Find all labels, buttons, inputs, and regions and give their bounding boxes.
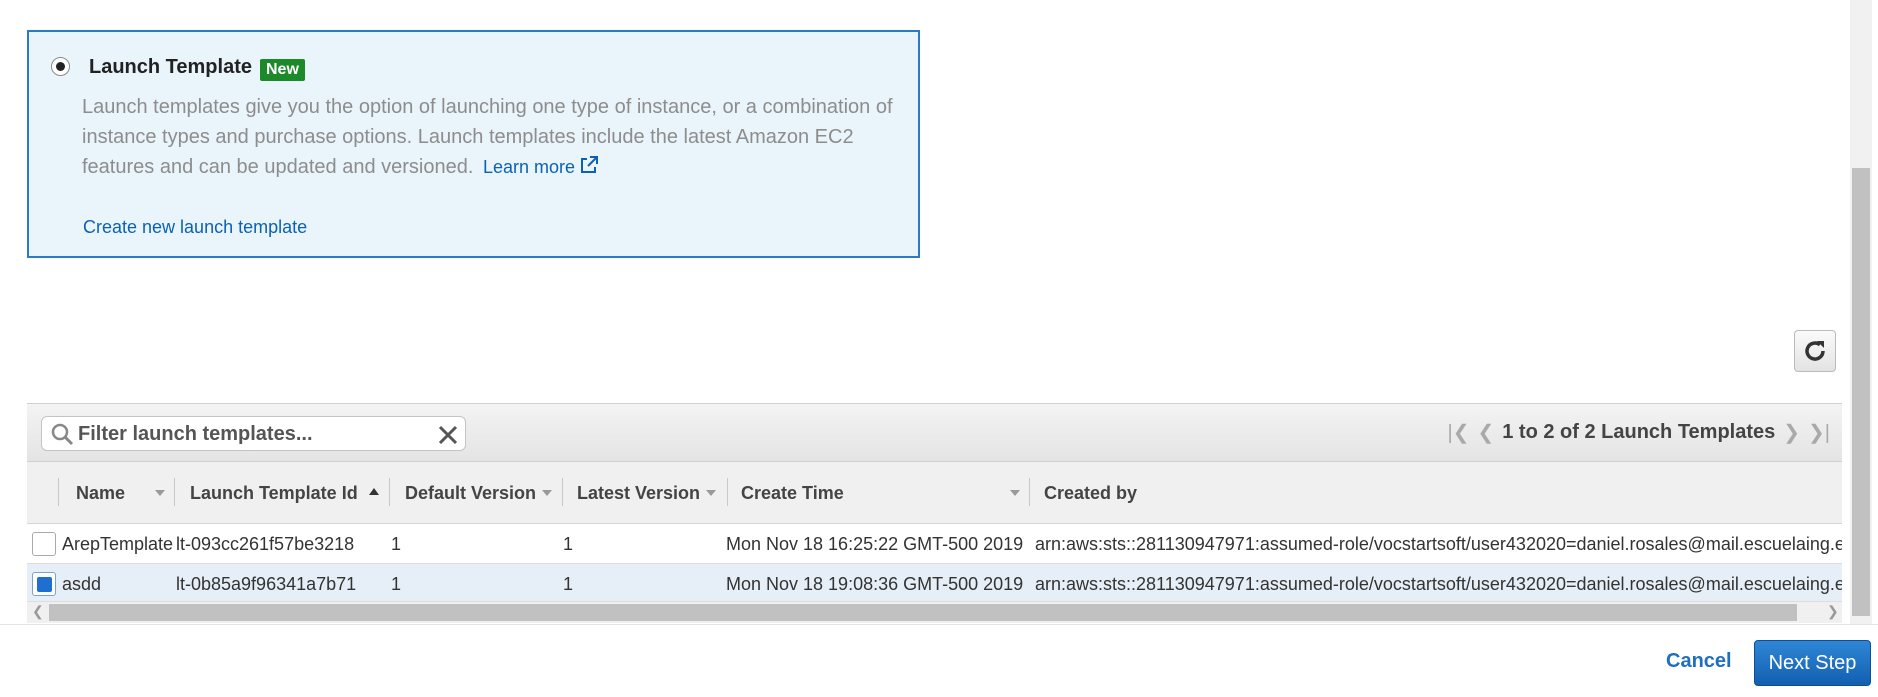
table-row[interactable]: asdd lt-0b85a9f96341a7b71 1 1 Mon Nov 18… bbox=[27, 564, 1842, 604]
first-page-icon[interactable]: |❮ bbox=[1448, 420, 1470, 445]
sort-caret-icon[interactable] bbox=[542, 490, 552, 496]
option-description: Launch templates give you the option of … bbox=[82, 92, 907, 182]
cell-create-time: Mon Nov 18 19:08:36 GMT-500 2019 bbox=[726, 574, 1024, 594]
create-launch-template-link[interactable]: Create new launch template bbox=[83, 217, 307, 238]
launch-template-option[interactable]: Launch Template New Launch templates giv… bbox=[27, 30, 920, 258]
cancel-button[interactable]: Cancel bbox=[1666, 650, 1732, 673]
column-separator bbox=[562, 478, 563, 506]
col-default-version[interactable]: Default Version bbox=[405, 462, 536, 524]
column-separator bbox=[1029, 478, 1030, 506]
last-page-icon[interactable]: ❯| bbox=[1808, 420, 1830, 445]
refresh-icon bbox=[1805, 341, 1825, 361]
column-separator bbox=[174, 478, 175, 506]
next-step-button[interactable]: Next Step bbox=[1754, 640, 1871, 686]
footer-divider bbox=[0, 624, 1878, 625]
table-row[interactable]: ArepTemplate lt-093cc261f57be3218 1 1 Mo… bbox=[27, 524, 1842, 564]
next-page-icon[interactable]: ❯ bbox=[1783, 420, 1800, 445]
column-separator bbox=[58, 478, 59, 506]
sort-caret-icon[interactable] bbox=[1010, 490, 1020, 496]
prev-page-icon[interactable]: ❮ bbox=[1477, 420, 1494, 445]
column-separator bbox=[389, 478, 390, 506]
col-name[interactable]: Name bbox=[76, 462, 125, 524]
launch-template-radio[interactable] bbox=[51, 57, 70, 76]
cell-create-time: Mon Nov 18 16:25:22 GMT-500 2019 bbox=[726, 534, 1024, 554]
cell-name: asdd bbox=[62, 574, 102, 594]
row-checkbox[interactable] bbox=[32, 532, 56, 556]
table-toolbar: |❮ ❮ 1 to 2 of 2 Launch Templates ❯ ❯| bbox=[27, 403, 1842, 462]
scroll-left-icon[interactable]: ❮ bbox=[32, 603, 44, 620]
option-title: Launch Template bbox=[89, 56, 252, 78]
column-separator bbox=[727, 478, 728, 506]
vertical-scroll-thumb[interactable] bbox=[1852, 168, 1870, 616]
cell-name: ArepTemplate bbox=[62, 534, 174, 554]
learn-more-link[interactable]: Learn more bbox=[482, 156, 599, 177]
cell-template-id: lt-093cc261f57be3218 bbox=[176, 534, 355, 554]
search-icon bbox=[51, 423, 74, 446]
launch-templates-table: |❮ ❮ 1 to 2 of 2 Launch Templates ❯ ❯| N… bbox=[27, 403, 1842, 623]
col-create-time[interactable]: Create Time bbox=[741, 462, 844, 524]
filter-box[interactable] bbox=[41, 416, 466, 451]
sort-caret-icon[interactable] bbox=[155, 490, 165, 496]
external-link-icon bbox=[581, 156, 599, 173]
pagination: |❮ ❮ 1 to 2 of 2 Launch Templates ❯ ❯| bbox=[1448, 420, 1830, 445]
learn-more-label: Learn more bbox=[482, 157, 576, 177]
clear-filter-icon[interactable] bbox=[438, 425, 458, 445]
cell-latest-version: 1 bbox=[563, 574, 574, 594]
refresh-button[interactable] bbox=[1794, 330, 1836, 372]
sort-caret-icon[interactable] bbox=[706, 490, 716, 496]
vertical-scrollbar[interactable] bbox=[1850, 0, 1872, 625]
filter-input[interactable] bbox=[78, 421, 418, 447]
col-launch-template-id[interactable]: Launch Template Id bbox=[190, 462, 358, 524]
horizontal-scroll-thumb[interactable] bbox=[49, 604, 1797, 621]
cell-template-id: lt-0b85a9f96341a7b71 bbox=[176, 574, 357, 594]
cell-default-version: 1 bbox=[391, 534, 402, 554]
table-header: Name Launch Template Id Default Version … bbox=[27, 462, 1842, 524]
row-checkbox[interactable] bbox=[32, 572, 56, 596]
sort-ascending-icon[interactable] bbox=[369, 488, 379, 495]
new-badge: New bbox=[260, 59, 305, 81]
cell-default-version: 1 bbox=[391, 574, 402, 594]
col-latest-version[interactable]: Latest Version bbox=[577, 462, 700, 524]
col-created-by[interactable]: Created by bbox=[1044, 462, 1137, 524]
cell-created-by: arn:aws:sts::281130947971:assumed-role/v… bbox=[1035, 534, 1842, 554]
page: Launch Template New Launch templates giv… bbox=[0, 0, 1878, 697]
horizontal-scrollbar[interactable]: ❮ ❯ bbox=[27, 601, 1842, 623]
cell-created-by: arn:aws:sts::281130947971:assumed-role/v… bbox=[1035, 574, 1842, 594]
pagination-summary: 1 to 2 of 2 Launch Templates bbox=[1502, 421, 1776, 443]
scroll-right-icon[interactable]: ❯ bbox=[1827, 603, 1839, 620]
cell-latest-version: 1 bbox=[563, 534, 574, 554]
